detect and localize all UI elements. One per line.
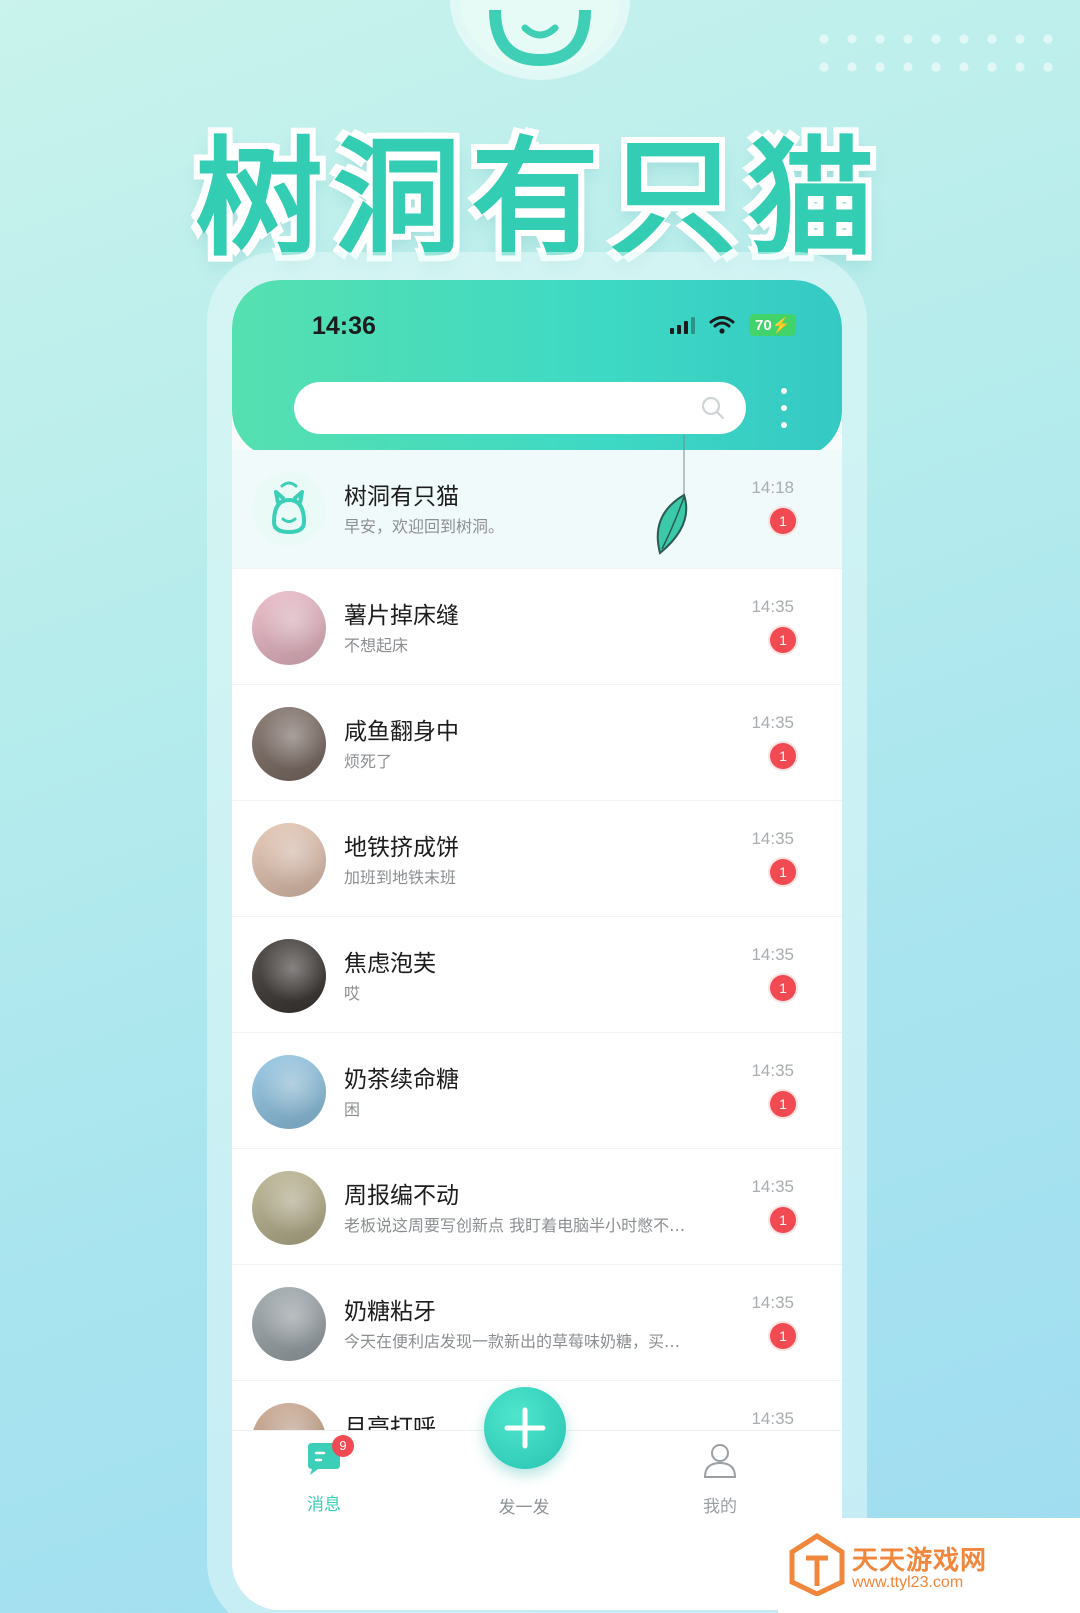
watermark-title: 天天游戏网 <box>852 1546 988 1576</box>
messages-badge: 9 <box>332 1435 354 1457</box>
conversation-preview: 老板说这周要写创新点 我盯着电脑半小时憋不… <box>344 1216 686 1235</box>
conversation-row[interactable]: 奶糖粘牙今天在便利店发现一款新出的草莓味奶糖，买… 14:35 1 <box>232 1264 842 1380</box>
conversation-name: 薯片掉床缝 <box>344 603 459 629</box>
tab-messages-label: 消息 <box>307 1495 341 1515</box>
conversation-row[interactable]: 树洞有只猫 早安，欢迎回到树洞。 14:18 1 <box>232 450 842 568</box>
conversation-name: 咸鱼翻身中 <box>344 719 459 745</box>
avatar[interactable] <box>252 1287 326 1361</box>
tab-me-label: 我的 <box>703 1497 737 1517</box>
unread-badge: 1 <box>770 859 796 885</box>
conversation-time: 14:35 <box>751 713 794 732</box>
unread-badge: 1 <box>770 627 796 653</box>
conversation-time: 14:35 <box>751 597 794 616</box>
unread-badge: 1 <box>770 1323 796 1349</box>
more-menu-icon[interactable] <box>780 388 788 428</box>
status-time: 14:36 <box>312 312 376 340</box>
plus-icon <box>504 1407 546 1449</box>
conversation-preview: 加班到地铁末班 <box>344 868 457 887</box>
background-dots <box>810 25 1060 85</box>
battery-indicator: 70⚡ <box>749 314 797 336</box>
conversation-name: 焦虑泡芙 <box>344 951 436 977</box>
conversation-preview: 困 <box>344 1100 361 1119</box>
conversation-row[interactable]: 咸鱼翻身中烦死了 14:35 1 <box>232 684 842 800</box>
conversation-row[interactable]: 地铁挤成饼加班到地铁末班 14:35 1 <box>232 800 842 916</box>
user-profile-icon <box>703 1444 737 1478</box>
phone-screen: 14:36 70⚡ 树洞有只猫 早安，欢迎回到树洞。 14:18 1 薯片掉床缝 不想起床… <box>232 280 842 1610</box>
cat-avatar-icon[interactable] <box>252 472 326 546</box>
post-label: 发一发 <box>498 1498 550 1518</box>
conversation-preview: 烦死了 <box>344 752 393 771</box>
avatar[interactable] <box>252 1055 326 1129</box>
search-icon <box>701 396 725 420</box>
bottom-tab-bar: 9 消息 发一发 我的 <box>232 1387 842 1610</box>
conversation-list: 树洞有只猫 早安，欢迎回到树洞。 14:18 1 薯片掉床缝 不想起床 14:35 1 咸鱼翻身… <box>232 450 842 1496</box>
conversation-time: 14:18 <box>751 478 794 497</box>
conversation-name: 树洞有只猫 <box>344 484 459 510</box>
tab-me[interactable]: 我的 <box>660 1441 780 1517</box>
leaf-decoration-icon <box>656 435 688 555</box>
avatar[interactable] <box>252 939 326 1013</box>
conversation-row[interactable]: 奶茶续命糖困 14:35 1 <box>232 1032 842 1148</box>
avatar[interactable] <box>252 1171 326 1245</box>
unread-badge: 1 <box>770 743 796 769</box>
watermark-logo-icon <box>789 1533 845 1596</box>
conversation-row[interactable]: 薯片掉床缝不想起床 14:35 1 <box>232 568 842 684</box>
conversation-time: 14:35 <box>751 1409 794 1428</box>
header-bar: 14:36 70⚡ <box>232 280 842 458</box>
watermark-url: www.ttyl23.com <box>852 1574 964 1591</box>
conversation-time: 14:35 <box>751 1061 794 1080</box>
app-logo <box>460 0 620 70</box>
conversation-time: 14:35 <box>751 945 794 964</box>
site-watermark: 天天游戏网 www.ttyl23.com <box>778 1518 1080 1613</box>
avatar[interactable] <box>252 707 326 781</box>
conversation-preview: 不想起床 <box>344 636 409 655</box>
unread-badge: 1 <box>770 975 796 1001</box>
conversation-time: 14:35 <box>751 1293 794 1312</box>
conversation-time: 14:35 <box>751 829 794 848</box>
status-icons: 70⚡ <box>670 314 797 336</box>
conversation-name: 地铁挤成饼 <box>344 835 459 861</box>
wifi-icon <box>709 316 735 334</box>
avatar[interactable] <box>252 823 326 897</box>
conversation-name: 奶茶续命糖 <box>344 1067 459 1093</box>
conversation-time: 14:35 <box>751 1177 794 1196</box>
cat-logo-icon <box>489 10 591 67</box>
unread-badge: 1 <box>770 508 796 534</box>
conversation-row[interactable]: 周报编不动老板说这周要写创新点 我盯着电脑半小时憋不… 14:35 1 <box>232 1148 842 1264</box>
post-button[interactable] <box>484 1387 566 1469</box>
conversation-name: 奶糖粘牙 <box>344 1299 436 1325</box>
tab-messages[interactable]: 9 消息 <box>264 1435 384 1515</box>
signal-icon <box>670 316 695 334</box>
conversation-name: 周报编不动 <box>344 1183 459 1209</box>
search-input[interactable] <box>294 382 746 434</box>
unread-badge: 1 <box>770 1091 796 1117</box>
conversation-preview: 哎 <box>344 984 361 1003</box>
conversation-preview: 今天在便利店发现一款新出的草莓味奶糖，买… <box>344 1332 681 1351</box>
unread-badge: 1 <box>770 1207 796 1233</box>
avatar[interactable] <box>252 591 326 665</box>
conversation-row[interactable]: 焦虑泡芙哎 14:35 1 <box>232 916 842 1032</box>
